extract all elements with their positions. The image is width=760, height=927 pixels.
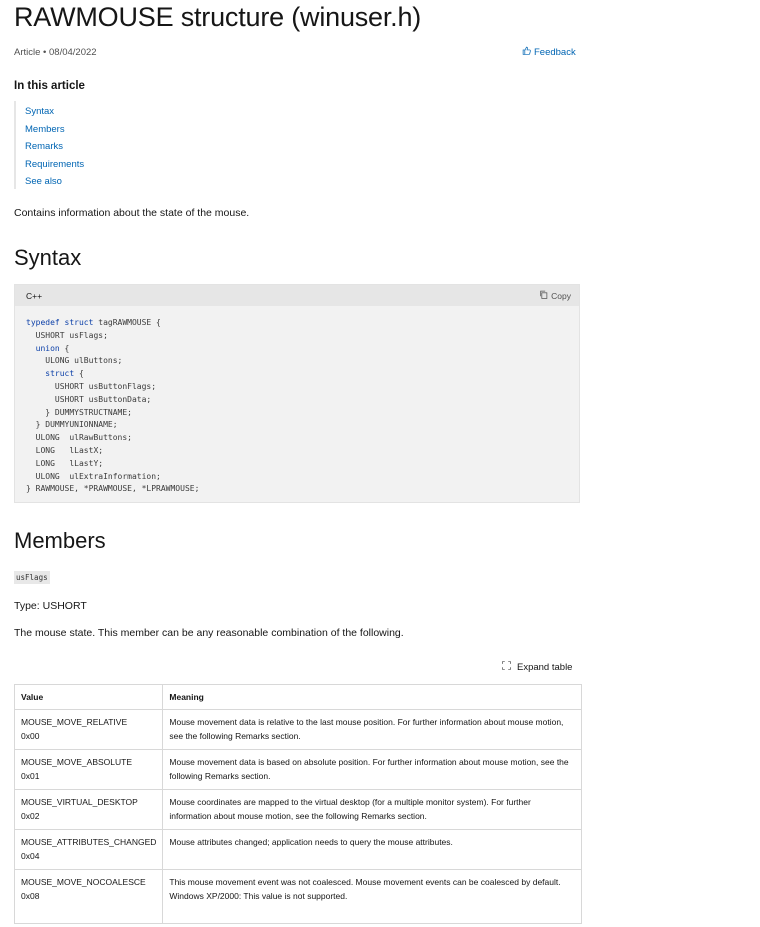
code-line: union { <box>26 343 199 356</box>
intro-text: Contains information about the state of … <box>14 207 249 219</box>
flag-name: MOUSE_MOVE_ABSOLUTE <box>21 755 156 769</box>
flag-hex: 0x08 <box>21 889 156 903</box>
type-value: USHORT <box>43 600 87 612</box>
toc-link-remarks[interactable]: Remarks <box>25 141 63 152</box>
members-heading: Members <box>14 528 106 554</box>
meaning-cell: Mouse attributes changed; application ne… <box>163 830 582 870</box>
toc-link-see-also[interactable]: See also <box>25 176 62 187</box>
code-text: ULONG ulRawButtons; <box>36 433 132 442</box>
code-text: USHORT usButtonFlags; <box>55 382 156 391</box>
feedback-button[interactable]: Feedback <box>522 46 576 58</box>
code-line: typedef struct tagRAWMOUSE { <box>26 317 199 330</box>
code-line: ULONG ulRawButtons; <box>26 432 199 445</box>
code-text: { <box>74 369 84 378</box>
code-line: USHORT usFlags; <box>26 330 199 343</box>
flag-hex: 0x01 <box>21 769 156 783</box>
code-line: USHORT usButtonFlags; <box>26 381 199 394</box>
code-language: C++ <box>26 291 42 301</box>
code-line: } DUMMYSTRUCTNAME; <box>26 407 199 420</box>
column-header-value: Value <box>15 685 163 710</box>
code-text: tagRAWMOUSE { <box>93 318 160 327</box>
copy-label: Copy <box>551 291 571 301</box>
page-title: RAWMOUSE structure (winuser.h) <box>14 2 421 33</box>
table-row: MOUSE_ATTRIBUTES_CHANGED0x04 Mouse attri… <box>15 830 582 870</box>
member-description: The mouse state. This member can be any … <box>14 627 404 639</box>
code-keyword: union <box>36 344 60 353</box>
table-row: MOUSE_VIRTUAL_DESKTOP0x02 Mouse coordina… <box>15 790 582 830</box>
meaning-text: This mouse movement event was not coales… <box>169 875 575 889</box>
syntax-heading: Syntax <box>14 245 81 271</box>
code-keyword: typedef struct <box>26 318 93 327</box>
table-header-row: Value Meaning <box>15 685 582 710</box>
code-line: LONG lLastX; <box>26 445 199 458</box>
value-cell: MOUSE_MOVE_RELATIVE0x00 <box>15 710 163 750</box>
flag-hex: 0x04 <box>21 849 156 863</box>
meaning-cell: Mouse coordinates are mapped to the virt… <box>163 790 582 830</box>
code-line: } DUMMYUNIONNAME; <box>26 419 199 432</box>
value-cell: MOUSE_ATTRIBUTES_CHANGED0x04 <box>15 830 163 870</box>
code-keyword: struct <box>45 369 74 378</box>
flag-hex: 0x00 <box>21 729 156 743</box>
expand-icon <box>502 661 511 673</box>
expand-table-button[interactable]: Expand table <box>502 661 572 673</box>
code-content: typedef struct tagRAWMOUSE { USHORT usFl… <box>26 317 199 496</box>
code-line: ULONG ulButtons; <box>26 355 199 368</box>
flag-name: MOUSE_VIRTUAL_DESKTOP <box>21 795 156 809</box>
toc-title: In this article <box>14 80 85 92</box>
code-line: LONG lLastY; <box>26 458 199 471</box>
meaning-note: Windows XP/2000: This value is not suppo… <box>169 889 575 903</box>
code-text: LONG lLastX; <box>36 446 103 455</box>
code-text: } RAWMOUSE, *PRAWMOUSE, *LPRAWMOUSE; <box>26 484 199 493</box>
code-text: } DUMMYUNIONNAME; <box>36 420 118 429</box>
copy-icon <box>539 290 548 301</box>
code-text: USHORT usButtonData; <box>55 395 151 404</box>
type-prefix: Type: <box>14 600 43 612</box>
table-of-contents: Syntax Members Remarks Requirements See … <box>14 101 216 189</box>
code-line: struct { <box>26 368 199 381</box>
code-line: ULONG ulExtraInformation; <box>26 471 199 484</box>
code-text: USHORT usFlags; <box>36 331 108 340</box>
flag-name: MOUSE_MOVE_RELATIVE <box>21 715 156 729</box>
article-meta: Article • 08/04/2022 <box>14 47 97 58</box>
meaning-cell: Mouse movement data is relative to the l… <box>163 710 582 750</box>
flags-table: Value Meaning MOUSE_MOVE_RELATIVE0x00 Mo… <box>14 684 582 924</box>
code-text: ULONG ulExtraInformation; <box>36 472 161 481</box>
expand-label: Expand table <box>517 662 572 673</box>
meaning-cell: Mouse movement data is based on absolute… <box>163 750 582 790</box>
column-header-meaning: Meaning <box>163 685 582 710</box>
code-header: C++ Copy <box>15 285 579 306</box>
code-text: LONG lLastY; <box>36 459 103 468</box>
copy-button[interactable]: Copy <box>539 290 571 301</box>
value-cell: MOUSE_MOVE_NOCOALESCE0x08 <box>15 870 163 924</box>
table-row: MOUSE_MOVE_ABSOLUTE0x01 Mouse movement d… <box>15 750 582 790</box>
table-row: MOUSE_MOVE_RELATIVE0x00 Mouse movement d… <box>15 710 582 750</box>
table-row: MOUSE_MOVE_NOCOALESCE0x08 This mouse mov… <box>15 870 582 924</box>
flag-name: MOUSE_ATTRIBUTES_CHANGED <box>21 835 156 849</box>
toc-link-requirements[interactable]: Requirements <box>25 159 84 170</box>
flag-hex: 0x02 <box>21 809 156 823</box>
code-line: } RAWMOUSE, *PRAWMOUSE, *LPRAWMOUSE; <box>26 483 199 496</box>
feedback-label: Feedback <box>534 47 576 58</box>
flag-name: MOUSE_MOVE_NOCOALESCE <box>21 875 156 889</box>
code-text: { <box>60 344 70 353</box>
thumbs-up-icon <box>522 46 531 58</box>
meaning-cell: This mouse movement event was not coales… <box>163 870 582 924</box>
value-cell: MOUSE_VIRTUAL_DESKTOP0x02 <box>15 790 163 830</box>
member-name: usFlags <box>14 571 50 584</box>
value-cell: MOUSE_MOVE_ABSOLUTE0x01 <box>15 750 163 790</box>
code-text: ULONG ulButtons; <box>45 356 122 365</box>
member-type: Type: USHORT <box>14 600 87 612</box>
code-line: USHORT usButtonData; <box>26 394 199 407</box>
code-block: C++ Copy typedef struct tagRAWMOUSE { US… <box>14 284 580 503</box>
toc-link-syntax[interactable]: Syntax <box>25 106 54 117</box>
code-text: } DUMMYSTRUCTNAME; <box>45 408 132 417</box>
toc-link-members[interactable]: Members <box>25 124 65 135</box>
